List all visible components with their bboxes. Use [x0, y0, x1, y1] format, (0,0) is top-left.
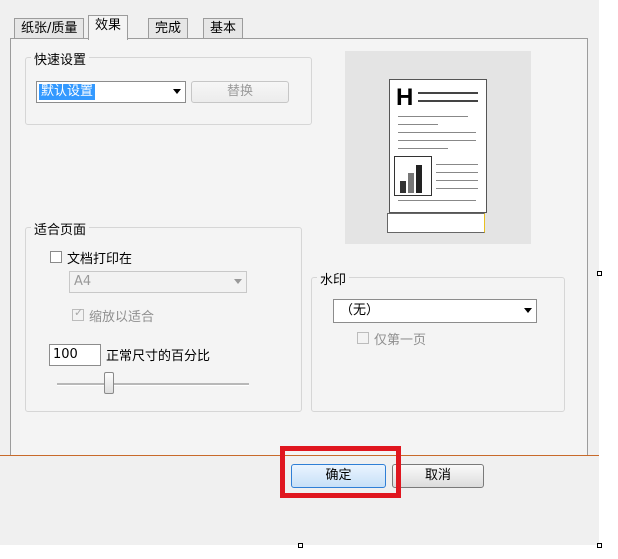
tab-effects[interactable]: 效果	[88, 15, 129, 40]
chevron-down-icon	[234, 279, 242, 284]
preview-watermark-box	[387, 213, 485, 233]
print-document-on-label: 文档打印在	[67, 252, 133, 267]
preview-line	[418, 92, 478, 94]
percent-input[interactable]: 100	[49, 344, 101, 366]
preview-bar	[416, 165, 422, 193]
preview-line	[436, 188, 478, 189]
preview-line	[398, 200, 476, 201]
percent-label: 正常尺寸的百分比	[106, 349, 211, 364]
scale-slider-thumb[interactable]	[103, 372, 114, 394]
preview-chart	[394, 156, 432, 196]
preview-line	[398, 116, 468, 117]
paper-size-value: A4	[74, 274, 92, 289]
quick-settings-title: 快速设置	[31, 49, 90, 68]
preview-line	[398, 124, 438, 125]
preview-line	[398, 132, 476, 133]
quick-settings-dropdown[interactable]: 默认设置	[36, 81, 186, 103]
print-document-on-checkbox[interactable]	[50, 251, 62, 263]
watermark-dropdown[interactable]: （无）	[333, 299, 537, 323]
tab-panel-effects: 快速设置 默认设置 替换 H 适合页面 文档打印在 A4 ✓ 缩放以适合 100…	[10, 38, 588, 456]
preview-page: H	[389, 79, 487, 213]
scale-slider-track[interactable]	[57, 383, 249, 386]
fit-page-title: 适合页面	[31, 219, 90, 238]
preview-line	[398, 140, 476, 141]
checkmark-icon: ✓	[74, 306, 84, 319]
tab-basics[interactable]: 基本	[203, 18, 244, 38]
paper-size-dropdown[interactable]: A4	[69, 271, 247, 293]
tab-paper-quality[interactable]: 纸张/质量	[14, 18, 85, 38]
tab-finishing[interactable]: 完成	[148, 18, 189, 38]
scale-to-fit-label: 缩放以适合	[89, 310, 155, 325]
watermark-group	[311, 277, 565, 412]
preview-bar	[408, 173, 414, 193]
resize-handle[interactable]	[597, 271, 602, 276]
cancel-button[interactable]: 取消	[392, 464, 484, 488]
replace-button[interactable]: 替换	[191, 81, 289, 103]
highlight-box	[280, 446, 401, 498]
watermark-title: 水印	[317, 269, 350, 288]
preview-line	[398, 148, 448, 149]
watermark-value: （无）	[340, 303, 380, 318]
chevron-down-icon	[173, 89, 181, 94]
percent-value: 100	[53, 347, 78, 362]
preview-heading-glyph: H	[396, 84, 414, 111]
quick-settings-selected-value: 默认设置	[39, 84, 96, 100]
resize-handle[interactable]	[597, 543, 602, 548]
scale-to-fit-checkbox[interactable]: ✓	[72, 306, 84, 321]
chevron-down-icon	[524, 308, 532, 313]
first-page-only-label: 仅第一页	[374, 333, 427, 348]
preview-bar	[400, 181, 406, 193]
first-page-only-checkbox[interactable]	[357, 332, 369, 344]
print-properties-dialog: 纸张/质量 效果 完成 基本 快速设置 默认设置 替换 H 适合页面 文档打印在…	[0, 0, 599, 545]
preview-line	[436, 172, 478, 173]
page-preview: H	[345, 51, 531, 244]
preview-line	[436, 164, 478, 165]
preview-line	[418, 100, 478, 102]
resize-handle[interactable]	[298, 543, 303, 548]
preview-line	[436, 180, 478, 181]
